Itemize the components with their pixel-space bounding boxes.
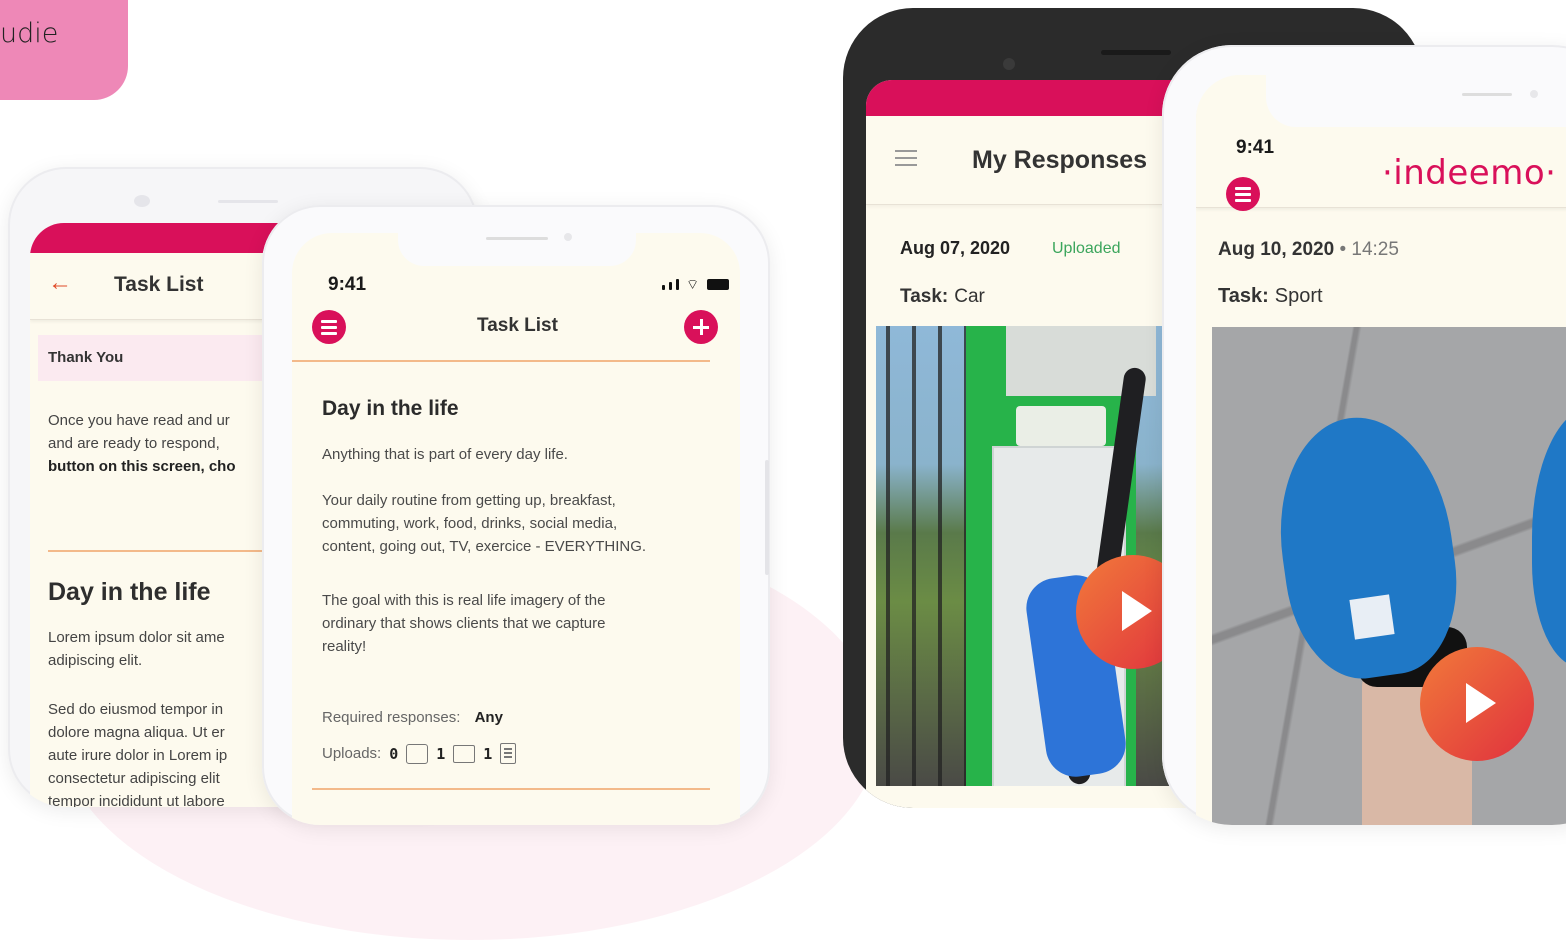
- text-line: Once you have read and ur: [48, 412, 230, 429]
- uploads-row: Uploads: 0 1 1: [322, 743, 517, 764]
- signal-icon: [662, 285, 665, 290]
- status-time: 9:41: [1236, 137, 1275, 158]
- side-button: [765, 460, 769, 575]
- image-count: 0: [389, 744, 399, 763]
- divider: [312, 788, 710, 790]
- phone-task-list-front: 9:41 ⌔ Task List Day in the life Anythin…: [262, 205, 770, 825]
- task-value: Sport: [1274, 285, 1323, 307]
- text-line: consectetur adipiscing elit: [48, 770, 220, 787]
- thank-you-banner[interactable]: Thank You: [38, 335, 298, 381]
- speaker-slot: [1101, 50, 1171, 55]
- speaker-slot: [486, 237, 548, 240]
- response-time: 14:25: [1351, 239, 1399, 260]
- shoe-right: [1532, 407, 1566, 667]
- menu-line: [1235, 187, 1251, 190]
- task-title: Day in the life: [322, 397, 459, 420]
- screen: 9:41 ·indeemo· Aug 10, 2020 • 14:25 Task…: [1196, 75, 1566, 825]
- menu-line: [321, 320, 337, 323]
- shoe-logo: [1349, 594, 1395, 640]
- status-icons: ⌔: [662, 276, 730, 292]
- text-line: button on this screen, cho: [48, 458, 236, 475]
- menu-line: [321, 326, 337, 329]
- corner-tag-text: udie: [0, 18, 59, 49]
- indeemo-logo: ·indeemo·: [1382, 153, 1557, 193]
- separator: •: [1334, 239, 1352, 260]
- menu-icon[interactable]: [1226, 177, 1260, 211]
- page-title: Task List: [114, 273, 204, 296]
- speaker-slot: [1462, 93, 1512, 96]
- divider: [48, 550, 288, 552]
- response-photo-shoes[interactable]: [1212, 327, 1566, 825]
- hamburger-icon[interactable]: [895, 150, 917, 171]
- response-date: Aug 10, 2020: [1218, 239, 1335, 260]
- signal-icon: [669, 282, 672, 290]
- wifi-icon: ⌔: [686, 276, 700, 292]
- document-icon: [500, 743, 517, 764]
- task-paragraph: Your daily routine from getting up, brea…: [322, 492, 647, 555]
- lorem-paragraph-2: Sed do eiusmod tempor in dolore magna al…: [48, 698, 278, 807]
- task-line: Task: Sport: [1218, 285, 1323, 308]
- task-line: Task: Car: [900, 286, 985, 308]
- response-date: Aug 07, 2020: [900, 238, 1011, 258]
- status-time: 9:41: [328, 274, 367, 295]
- document-count: 1: [483, 744, 493, 763]
- task-label: Task:: [1218, 285, 1269, 307]
- corner-tag: udie: [0, 0, 128, 100]
- uploads-label: Uploads:: [322, 745, 382, 762]
- task-label: Task:: [900, 286, 949, 307]
- back-arrow-icon[interactable]: ←: [48, 269, 72, 297]
- text-line: aute irure dolor in Lorem ip: [48, 747, 228, 764]
- text-line: dolore magna aliqua. Ut er: [48, 724, 225, 741]
- notch: [398, 233, 636, 266]
- divider: [292, 360, 710, 362]
- upload-status: Uploaded: [1052, 240, 1121, 257]
- camera-dot: [564, 233, 572, 241]
- camera-dot: [1530, 90, 1538, 98]
- camera-dot: [1003, 58, 1015, 70]
- text-line: tempor incididunt ut labore: [48, 793, 225, 807]
- task-value: Car: [954, 286, 985, 307]
- section-title: Day in the life: [48, 578, 211, 606]
- signal-icon: [676, 279, 679, 290]
- notch: [1266, 75, 1566, 127]
- task-paragraph: Anything that is part of every day life.: [322, 446, 568, 463]
- task-paragraph: The goal with this is real life imagery …: [322, 592, 606, 655]
- image-icon: [406, 743, 429, 764]
- menu-line: [1235, 193, 1251, 196]
- video-icon: [453, 744, 476, 763]
- phone-response-detail: 9:41 ·indeemo· Aug 10, 2020 • 14:25 Task…: [1162, 45, 1566, 825]
- plus-icon: [693, 326, 709, 329]
- speaker-slot: [218, 200, 278, 203]
- menu-line: [1235, 199, 1251, 202]
- menu-line: [321, 332, 337, 335]
- fence: [876, 326, 966, 786]
- required-label: Required responses:: [322, 709, 461, 726]
- thank-you-text: Once you have read and ur and are ready …: [48, 409, 278, 478]
- screen: 9:41 ⌔ Task List Day in the life Anythin…: [292, 233, 740, 825]
- play-button-icon[interactable]: [1420, 647, 1534, 761]
- text-line: Lorem ipsum dolor sit ame: [48, 629, 225, 646]
- thank-you-title: Thank You: [48, 349, 124, 366]
- menu-icon[interactable]: [312, 310, 346, 344]
- add-button[interactable]: [684, 310, 718, 344]
- required-responses: Required responses: Any: [322, 709, 503, 726]
- camera-dot: [134, 195, 150, 207]
- charger-label: [1016, 406, 1106, 446]
- page-title: Task List: [477, 315, 558, 336]
- page-title: My Responses: [972, 146, 1148, 174]
- text-line: adipiscing elit.: [48, 652, 143, 669]
- text-line: and are ready to respond,: [48, 435, 220, 452]
- shoe-left: [1264, 406, 1470, 688]
- required-value: Any: [474, 709, 503, 726]
- video-count: 1: [436, 744, 446, 763]
- response-datetime: Aug 10, 2020 • 14:25: [1218, 239, 1399, 261]
- lorem-paragraph-1: Lorem ipsum dolor sit ame adipiscing eli…: [48, 626, 278, 672]
- battery-icon: [707, 279, 730, 290]
- text-line: Sed do eiusmod tempor in: [48, 701, 224, 718]
